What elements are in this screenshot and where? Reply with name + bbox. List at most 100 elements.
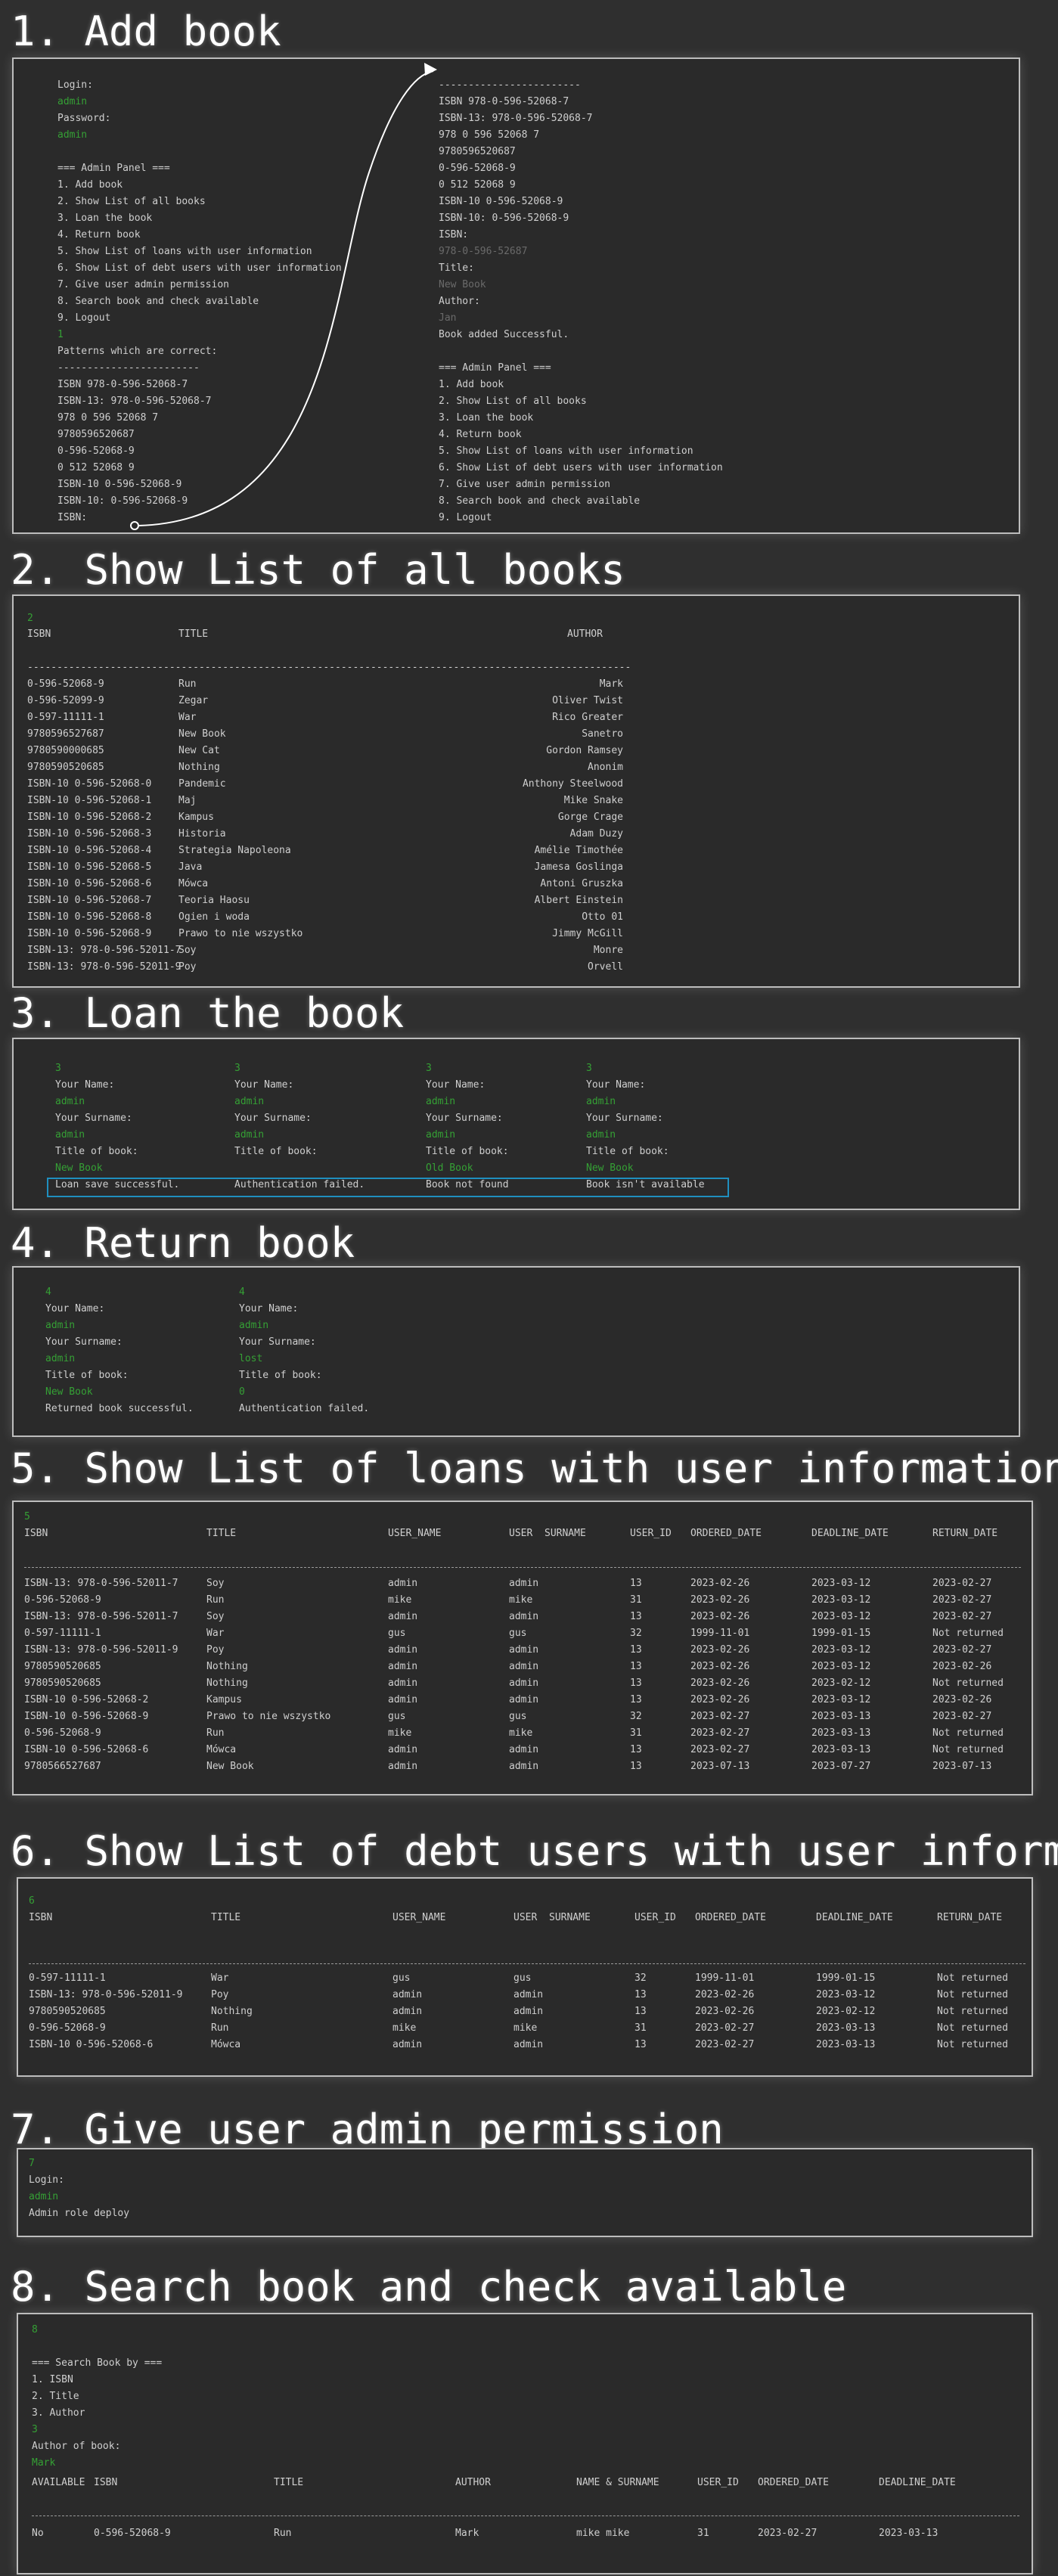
table-row: ISBN-13: 978-0-596-52011-7 Soy admin admin 1…: [24, 1578, 1030, 1594]
header-return-date: RETURN_DATE: [932, 1528, 998, 1539]
search-option: 1. ISBN: [32, 2374, 73, 2385]
cell-deadline-date: 2023-03-12: [811, 1594, 871, 1606]
cell-isbn: 0-596-52068-9: [24, 1727, 101, 1739]
cell-title: Teoria Haosu: [178, 895, 250, 906]
cell-user-id: 13: [634, 2039, 647, 2050]
title-value: New Book: [586, 1162, 634, 1174]
table-row: ISBN-10 0-596-52068-7 Teoria Haosu Albert …: [27, 895, 1033, 911]
cell-return-date: 2023-02-26: [932, 1661, 992, 1672]
cell-isbn: 9780566527687: [24, 1761, 101, 1772]
cell-user-name: gus: [388, 1628, 406, 1639]
cell-isbn: ISBN-13: 978-0-596-52011-9: [27, 961, 182, 973]
cell-return-date: 2023-02-26: [932, 1694, 992, 1705]
cell-user-name: admin: [392, 2039, 423, 2050]
cell-surname: admin: [509, 1661, 539, 1672]
name-label: Your Name:: [239, 1303, 299, 1314]
table-row: 0-597-11111-1 War gus gus 32 1999-11-01 1999-0…: [24, 1628, 1030, 1644]
cell-ordered-date: 2023-02-27: [690, 1727, 750, 1739]
name-value: admin: [234, 1096, 265, 1107]
header-ordered-date: ORDERED_DATE: [695, 1912, 766, 1923]
books-list-panel: 2 ISBN TITLE AUTHOR --------------------…: [12, 594, 1020, 988]
cell-user-id: 31: [630, 1727, 642, 1739]
table-row: ISBN-10 0-596-52068-1 Maj Mike Snake: [27, 795, 1033, 812]
cell-user-name: admin: [392, 1989, 423, 2000]
cell-deadline-date: 2023-03-12: [811, 1644, 871, 1656]
cell-ordered-date: 2023-02-27: [695, 2039, 755, 2050]
cell-return-date: Not returned: [937, 2039, 1008, 2050]
cell-isbn: 9780590520685: [24, 1661, 101, 1672]
search-panel: 8 === Search Book by === 1. ISBN 2. Titl…: [17, 2313, 1033, 2574]
cell-isbn: ISBN-10 0-596-52068-6: [24, 1744, 149, 1755]
cell-user-id: 13: [630, 1694, 642, 1705]
result-message: Returned book successful.: [45, 1403, 194, 1414]
table-row: 0-596-52099-9 Zegar Oliver Twist: [27, 695, 1033, 712]
surname-label: Your Surname:: [55, 1113, 132, 1124]
cell-author: Jamesa Goslinga: [534, 861, 623, 873]
cell-title: Run: [206, 1727, 225, 1739]
cell-return-date: 2023-02-27: [932, 1594, 992, 1606]
cell-title: Run: [211, 2022, 229, 2034]
cell-surname: gus: [509, 1628, 527, 1639]
cell-return-date: Not returned: [937, 2022, 1008, 2034]
header-author: AUTHOR: [455, 2477, 491, 2488]
cell-author: Oliver Twist: [552, 695, 623, 706]
cell-title: Historia: [178, 828, 226, 840]
cell-isbn: 9780596527687: [27, 728, 104, 740]
header-isbn: ISBN: [27, 628, 51, 640]
table-row: 0-597-11111-1 War Rico Greater: [27, 712, 1033, 728]
cell-ordered-date: 1999-11-01: [690, 1628, 750, 1639]
menu-choice: 3: [55, 1063, 61, 1074]
section-title-loans: 5. Show List of loans with user informat…: [11, 1445, 1058, 1492]
cell-title: Run: [178, 678, 197, 690]
cell-deadline-date: 2023-02-12: [811, 1678, 871, 1689]
surname-label: Your Surname:: [426, 1113, 503, 1124]
cell-author: Gorge Crage: [557, 812, 623, 823]
cell-deadline-date: 2023-02-12: [816, 2006, 876, 2017]
cell-isbn: 9780590520685: [29, 2006, 106, 2017]
cell-ordered-date: 2023-02-26: [695, 2006, 755, 2017]
table-row: 9780590520685 Nothing Anonim: [27, 762, 1033, 778]
cell-isbn: ISBN-10 0-596-52068-3: [27, 828, 152, 840]
cell-isbn: ISBN-10 0-596-52068-9: [24, 1711, 149, 1722]
cell-user-id: 31: [630, 1594, 642, 1606]
arrow-curve: [138, 70, 434, 526]
table-row: ISBN-13: 978-0-596-52011-7 Soy Monre: [27, 945, 1033, 961]
table-row: ISBN-10 0-596-52068-3 Historia Adam Duzy: [27, 828, 1033, 845]
cell-deadline-date: 1999-01-15: [811, 1628, 871, 1639]
loan-case-4: 3 Your Name: admin Your Surname: admin T…: [586, 1060, 705, 1193]
cell-isbn: 9780590520685: [27, 762, 104, 773]
name-value: admin: [45, 1320, 76, 1331]
title-label: Title of book:: [45, 1370, 129, 1381]
cell-user-name: admin: [388, 1694, 418, 1705]
name-label: Your Name:: [586, 1079, 646, 1091]
cell-user-name: gus: [388, 1711, 406, 1722]
cell-isbn: ISBN-13: 978-0-596-52011-7: [24, 1611, 178, 1622]
surname-label: Your Surname:: [586, 1113, 663, 1124]
search-option: 3. Author: [32, 2407, 85, 2419]
cell-user-id: 13: [634, 1989, 647, 2000]
cell-deadline-date: 2023-03-13: [816, 2022, 876, 2034]
cell-ordered-date: 2023-02-26: [690, 1694, 750, 1705]
cell-isbn: ISBN-13: 978-0-596-52011-9: [29, 1989, 183, 2000]
cell-author: Gordon Ramsey: [546, 745, 623, 756]
surname-label: Your Surname:: [239, 1336, 316, 1348]
menu-choice: 5: [24, 1511, 30, 1522]
cell-deadline-date: 2023-03-12: [816, 1989, 876, 2000]
menu-choice: 6: [29, 1895, 35, 1907]
surname-value: admin: [55, 1129, 85, 1141]
surname-label: Your Surname:: [234, 1113, 312, 1124]
cell-isbn: 0-597-11111-1: [24, 1628, 101, 1639]
cell-deadline-date: 1999-01-15: [816, 1972, 876, 1984]
cell-title: Kampus: [178, 812, 214, 823]
header-isbn: ISBN: [94, 2477, 118, 2488]
header-user-id: USER_ID: [634, 1912, 676, 1923]
cell-author: Jimmy McGill: [552, 928, 623, 939]
cell-title: Poy: [206, 1644, 225, 1656]
return-case-1: 4 Your Name: admin Your Surname: admin T…: [45, 1284, 194, 1417]
cell-return-date: Not returned: [932, 1678, 1004, 1689]
cell-user-name: mike: [388, 1727, 412, 1739]
cell-user-name: admin: [388, 1578, 418, 1589]
cell-return-date: Not returned: [937, 1972, 1008, 1984]
section-title-add-book: 1. Add book: [11, 8, 281, 55]
